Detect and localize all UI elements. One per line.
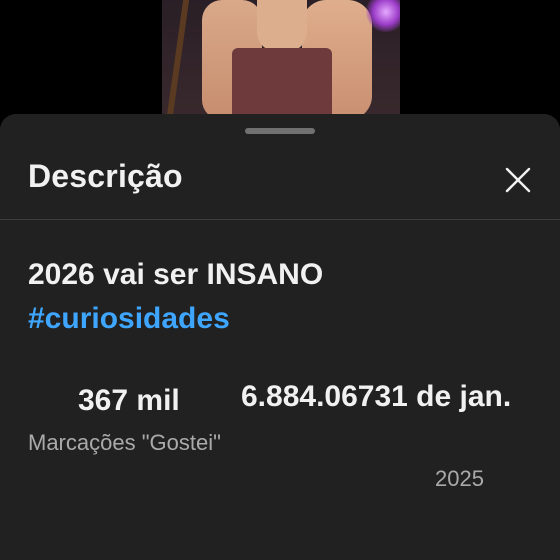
video-title: 2026 vai ser INSANO: [28, 258, 324, 291]
close-button[interactable]: [496, 158, 540, 202]
publish-year: 2025: [435, 466, 484, 491]
video-background-prop: [164, 0, 190, 130]
description-sheet: Descrição 2026 vai ser INSANO #curiosida…: [0, 114, 560, 560]
drag-handle[interactable]: [245, 128, 315, 134]
header-divider: [0, 219, 560, 220]
likes-label: Marcações "Gostei": [28, 430, 221, 455]
video-thumbnail: [162, 0, 400, 130]
video-player[interactable]: [0, 0, 560, 130]
hashtag-link[interactable]: #curiosidades: [28, 302, 230, 336]
likes-count: 367 mil: [78, 384, 180, 417]
video-person-neck: [257, 0, 307, 52]
close-icon: [505, 167, 531, 193]
views-date: 6.884.06731 de jan.: [241, 380, 512, 413]
sheet-title: Descrição: [28, 158, 183, 194]
